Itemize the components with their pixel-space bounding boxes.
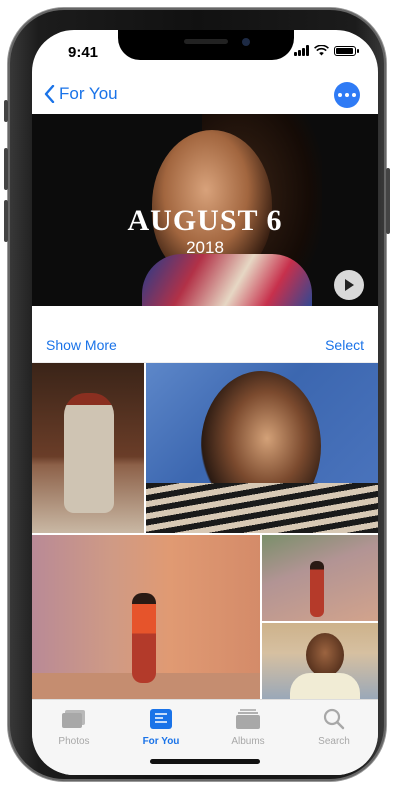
photo-tile-child-smiling[interactable] (262, 623, 378, 699)
tab-search[interactable]: Search (294, 708, 374, 747)
play-button[interactable] (334, 270, 364, 300)
tab-label: Search (318, 736, 350, 747)
battery-icon (334, 45, 359, 56)
signal-icon (294, 45, 309, 56)
wifi-icon (314, 45, 329, 56)
tab-albums[interactable]: Albums (208, 708, 288, 747)
photo-tile-man-football[interactable] (32, 535, 260, 699)
back-button[interactable]: For You (44, 84, 118, 104)
tab-label: For You (142, 736, 180, 747)
play-icon (345, 279, 354, 291)
photos-icon (61, 708, 87, 730)
volume-up-button (4, 148, 8, 190)
photo-grid (32, 363, 378, 699)
tab-photos[interactable]: Photos (34, 708, 114, 747)
navigation-bar: For You (32, 76, 378, 114)
photo-figure (306, 633, 344, 677)
silent-switch (4, 100, 8, 122)
tab-label: Albums (231, 736, 265, 747)
status-icons (294, 45, 359, 56)
status-time: 9:41 (68, 44, 99, 61)
tab-for-you[interactable]: For You (121, 708, 201, 747)
photo-figure-body (290, 673, 360, 699)
notch (118, 30, 294, 60)
photo-figure (132, 593, 156, 683)
memory-year: 2018 (186, 238, 224, 257)
more-options-button[interactable] (334, 82, 360, 108)
photo-figure (64, 393, 114, 513)
hero-photo-scarf (142, 254, 312, 306)
tab-bar: Photos For You Albums Search (32, 699, 378, 775)
home-indicator[interactable] (150, 759, 260, 764)
photo-figure (310, 561, 324, 617)
side-button (386, 168, 390, 234)
ellipsis-icon (338, 93, 342, 97)
memory-actions: Show More Select (32, 306, 378, 363)
iphone-frame: 9:41 For You AUGUST 6 2018 Show More Sel… (4, 8, 390, 781)
chevron-left-icon (44, 85, 55, 103)
status-bar: 9:41 (32, 30, 378, 76)
albums-icon (235, 708, 261, 730)
tab-label: Photos (58, 736, 90, 747)
photo-tile-man-wall[interactable] (262, 535, 378, 621)
front-camera (242, 38, 250, 46)
photo-figure-shirt (146, 483, 378, 533)
speaker-grille (184, 39, 228, 44)
search-icon (321, 708, 347, 730)
memory-hero[interactable]: AUGUST 6 2018 (32, 114, 378, 306)
show-more-button[interactable]: Show More (46, 337, 117, 353)
phone-screen: 9:41 For You AUGUST 6 2018 Show More Sel… (32, 30, 378, 775)
volume-down-button (4, 200, 8, 242)
back-label: For You (59, 84, 118, 103)
memory-title: AUGUST 6 (127, 204, 283, 237)
photo-tile-man-seated[interactable] (32, 363, 144, 533)
select-button[interactable]: Select (325, 337, 364, 353)
photo-tile-woman-portrait[interactable] (146, 363, 378, 533)
for-you-icon (148, 708, 174, 730)
